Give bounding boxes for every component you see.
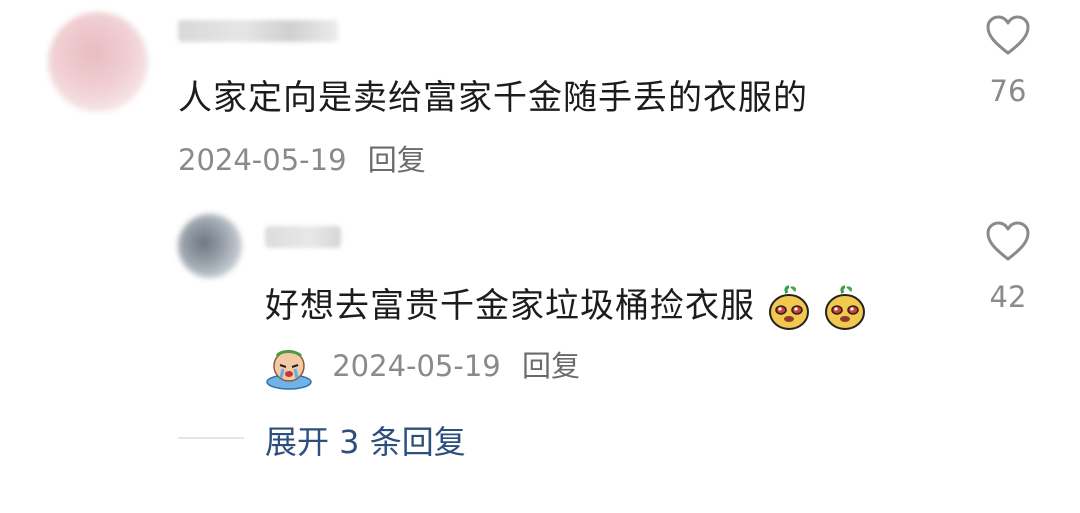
username-blurred[interactable] (178, 20, 338, 42)
comment-text: 人家定向是卖给富家千金随手丢的衣服的 (178, 78, 808, 118)
expand-replies-button[interactable]: 展开 3 条回复 (265, 417, 466, 463)
comment-meta: 2024-05-19 回复 (265, 343, 580, 390)
puppy-emoji-icon (768, 285, 809, 330)
comment-text: 好想去富贵千金家垃圾桶捡衣服 (265, 278, 867, 331)
comment-text-content: 好想去富贵千金家垃圾桶捡衣服 (265, 286, 755, 326)
comment-date: 2024-05-19 (178, 143, 347, 177)
reply-button[interactable]: 回复 (522, 349, 580, 383)
comment-date: 2024-05-19 (332, 349, 501, 383)
like-count: 42 (989, 280, 1027, 314)
crying-face-icon (266, 350, 312, 390)
puppy-emoji-icon (824, 285, 865, 330)
like-count: 76 (989, 74, 1027, 108)
comment-meta: 2024-05-19 回复 (178, 137, 426, 179)
reply-button[interactable]: 回复 (368, 143, 426, 177)
avatar[interactable] (178, 214, 242, 278)
heart-icon[interactable] (985, 14, 1031, 56)
like-control: 76 (968, 14, 1048, 108)
like-control: 42 (968, 220, 1048, 314)
heart-icon[interactable] (985, 220, 1031, 262)
avatar[interactable] (48, 12, 148, 112)
username-blurred[interactable] (265, 226, 341, 248)
expand-divider (178, 437, 244, 439)
